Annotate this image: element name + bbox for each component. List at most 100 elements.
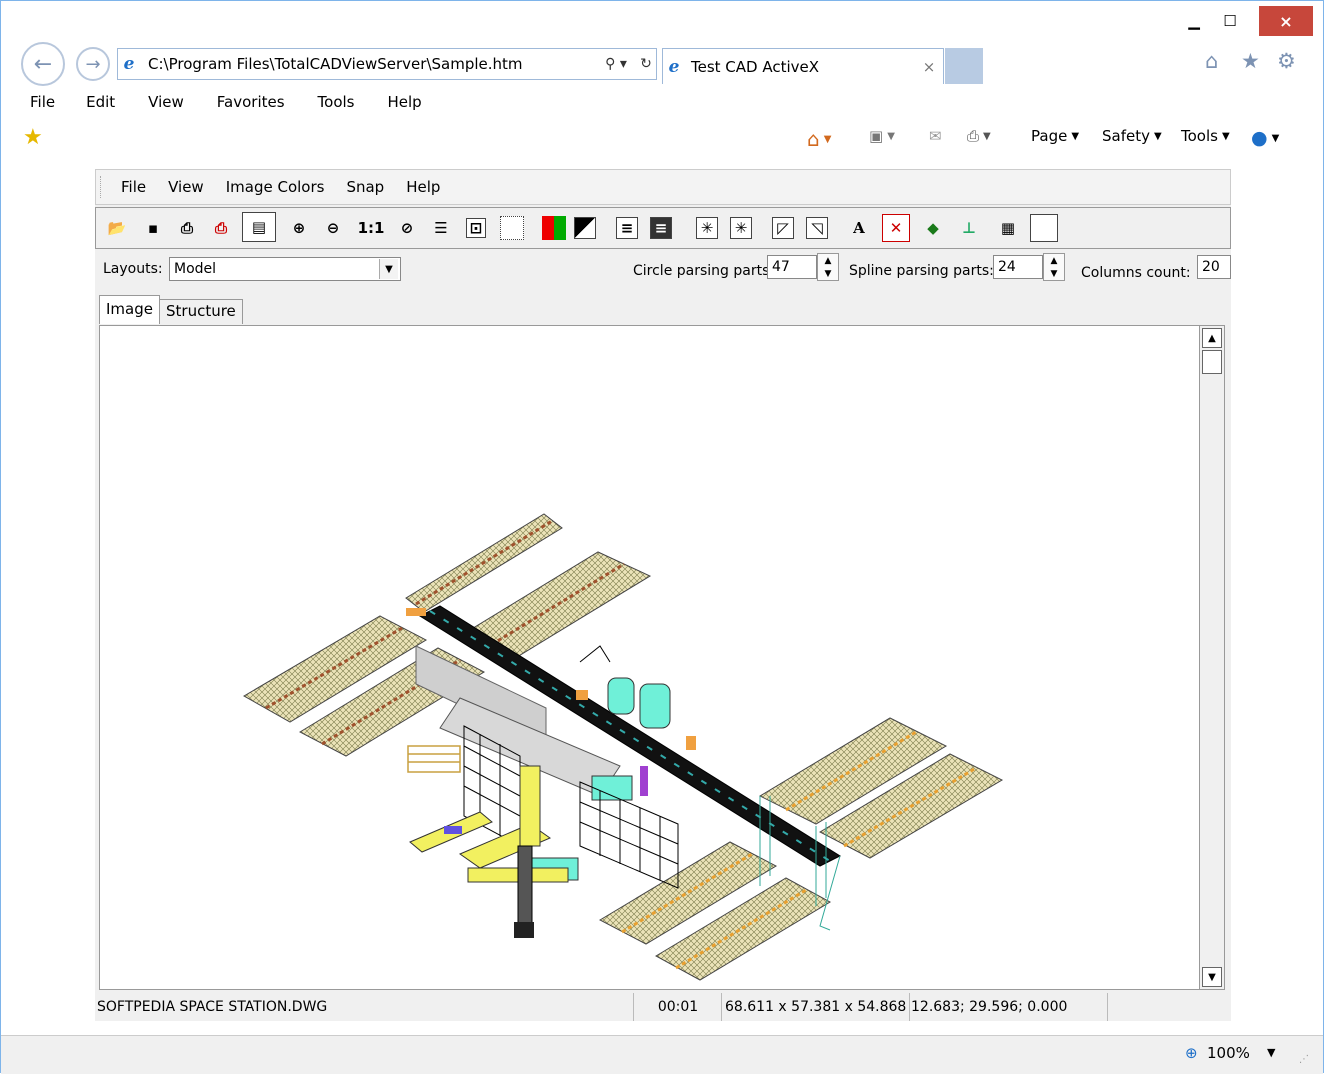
black-white-icon[interactable] bbox=[574, 217, 596, 239]
vertical-scrollbar[interactable]: ▲ ▼ bbox=[1199, 325, 1225, 990]
new-tab-button[interactable] bbox=[945, 48, 983, 84]
mail-icon[interactable]: ✉ bbox=[929, 127, 942, 145]
zoom-icon[interactable]: ⊕ bbox=[1185, 1044, 1198, 1062]
menu-view[interactable]: View bbox=[148, 93, 196, 111]
settings-gear-icon[interactable]: ⚙ bbox=[1277, 49, 1296, 73]
tab-title: Test CAD ActiveX bbox=[691, 57, 820, 76]
ie-page-icon: e bbox=[123, 54, 135, 74]
snap-grid-icon[interactable]: ✳ bbox=[696, 217, 718, 239]
status-coordinates: 12.683; 29.596; 0.000 bbox=[911, 993, 1108, 1021]
status-time: 00:01 bbox=[635, 993, 722, 1021]
spline-parsing-spinner[interactable]: ▲ ▼ bbox=[1043, 253, 1065, 281]
layout-row: Layouts: Model ▼ Circle parsing parts: 4… bbox=[95, 251, 1231, 287]
tab-image[interactable]: Image bbox=[99, 295, 160, 324]
space-station-drawing bbox=[242, 513, 1004, 981]
forward-button[interactable]: → bbox=[76, 47, 110, 81]
tools-menu[interactable]: Tools ▼ bbox=[1181, 127, 1230, 145]
layouts-value: Model bbox=[174, 261, 217, 277]
cad-menu-snap[interactable]: Snap bbox=[346, 178, 384, 196]
tab-structure[interactable]: Structure bbox=[159, 299, 243, 324]
print-preview-icon[interactable]: ⎙ bbox=[210, 217, 232, 239]
menu-favorites[interactable]: Favorites bbox=[217, 93, 297, 111]
spline-parsing-label: Spline parsing parts: bbox=[849, 263, 994, 279]
menu-grip[interactable] bbox=[100, 176, 107, 198]
close-button[interactable]: × bbox=[1259, 6, 1313, 36]
text-list-icon[interactable]: ≡ bbox=[616, 217, 638, 239]
rotate-left-icon[interactable]: ◸ bbox=[772, 217, 794, 239]
delete-icon[interactable]: ✕ bbox=[882, 214, 910, 242]
circle-parsing-spinner[interactable]: ▲ ▼ bbox=[817, 253, 839, 281]
text-icon[interactable]: A bbox=[848, 217, 870, 239]
columns-count-input[interactable]: 20 bbox=[1197, 255, 1231, 279]
print-toolbar-icon[interactable]: ⎙ bbox=[176, 217, 198, 239]
layers-icon[interactable]: ☰ bbox=[430, 217, 452, 239]
home-command-icon[interactable]: ⌂ ▼ bbox=[807, 127, 831, 151]
menu-file[interactable]: File bbox=[1, 93, 67, 111]
fit-icon[interactable]: ⊡ bbox=[466, 218, 486, 238]
zoom-level[interactable]: 100% bbox=[1207, 1044, 1250, 1062]
browser-window: ▁ ☐ × ← → e C:\Program Files\TotalCADVie… bbox=[0, 0, 1324, 1074]
cad-menu-file[interactable]: File bbox=[121, 178, 146, 196]
printer-setup-icon[interactable]: ▤ bbox=[242, 212, 276, 242]
ie-tab-icon: e bbox=[668, 56, 680, 77]
command-bar: ★ ⌂ ▼ ▣ ▼ ✉ ⎙ ▼ Page ▼ Safety ▼ Tools ▼ ● ▼ bbox=[1, 121, 1323, 157]
cad-menu-view[interactable]: View bbox=[168, 178, 204, 196]
print-icon[interactable]: ⎙ ▼ bbox=[967, 127, 991, 145]
favorites-star-icon[interactable]: ★ bbox=[1241, 49, 1260, 73]
scroll-thumb[interactable] bbox=[1202, 350, 1222, 374]
resize-grip-icon[interactable]: ⋰ bbox=[1299, 1054, 1309, 1065]
snap-point-icon[interactable]: ✳ bbox=[730, 217, 752, 239]
maximize-button[interactable]: ☐ bbox=[1213, 6, 1247, 36]
forward-arrow-icon: → bbox=[85, 53, 101, 75]
minimize-button[interactable]: ▁ bbox=[1177, 6, 1211, 36]
scroll-up-icon[interactable]: ▲ bbox=[1202, 328, 1222, 348]
safety-menu[interactable]: Safety ▼ bbox=[1102, 127, 1162, 145]
layouts-select[interactable]: Model ▼ bbox=[169, 257, 401, 281]
page-menu-label: Page bbox=[1031, 127, 1068, 145]
axis-icon[interactable]: ⊥ bbox=[958, 217, 980, 239]
circle-parsing-input[interactable]: 47 bbox=[767, 255, 817, 279]
browser-tab[interactable]: e Test CAD ActiveX × bbox=[662, 48, 944, 84]
menu-help[interactable]: Help bbox=[388, 93, 434, 111]
page-menu[interactable]: Page ▼ bbox=[1031, 127, 1079, 145]
3d-orbit-icon[interactable]: ◆ bbox=[922, 217, 944, 239]
tab-close-icon[interactable]: × bbox=[915, 58, 943, 76]
list-filled-icon[interactable]: ≡ bbox=[650, 217, 672, 239]
refresh-icon[interactable]: ↻ bbox=[636, 56, 656, 72]
cad-menu-bar: File View Image Colors Snap Help bbox=[95, 169, 1231, 205]
back-button[interactable]: ← bbox=[21, 42, 65, 86]
help-icon[interactable]: ● ▼ bbox=[1251, 127, 1279, 149]
feeds-icon[interactable]: ▣ ▼ bbox=[869, 127, 895, 145]
zoom-out-icon[interactable]: ⊖ bbox=[322, 217, 344, 239]
select-area-icon[interactable] bbox=[500, 216, 524, 240]
rotate-right-icon[interactable]: ◹ bbox=[806, 217, 828, 239]
address-bar[interactable]: e C:\Program Files\TotalCADViewServer\Sa… bbox=[117, 48, 657, 80]
zoom-window-icon[interactable]: ⊘ bbox=[396, 217, 418, 239]
cad-menu-help[interactable]: Help bbox=[406, 178, 440, 196]
cad-activex-control: File View Image Colors Snap Help 📂 ▪ ⎙ ⎙… bbox=[95, 169, 1231, 1021]
scroll-down-icon[interactable]: ▼ bbox=[1202, 967, 1222, 987]
back-arrow-icon: ← bbox=[33, 51, 53, 77]
menu-tools[interactable]: Tools bbox=[318, 93, 367, 111]
zoom-dropdown-icon[interactable]: ▼ bbox=[1267, 1046, 1275, 1059]
status-dimensions: 68.611 x 57.381 x 54.868 bbox=[725, 993, 910, 1021]
layouts-label: Layouts: bbox=[103, 261, 163, 277]
cad-menu-image-colors[interactable]: Image Colors bbox=[226, 178, 325, 196]
one-to-one-icon[interactable]: 1:1 bbox=[358, 217, 385, 239]
color-mode-icon[interactable] bbox=[542, 216, 566, 240]
cad-toolbar: 📂 ▪ ⎙ ⎙ ▤ ⊕ ⊖ 1:1 ⊘ ☰ ⊡ ≡ ≡ ✳ ✳ ◸ ◹ A ✕ … bbox=[95, 207, 1231, 249]
search-icon[interactable]: ⚲ ▾ bbox=[596, 56, 636, 72]
grid-icon[interactable]: ▦ bbox=[992, 217, 1024, 239]
add-favorites-star-icon[interactable]: ★ bbox=[23, 125, 43, 150]
chevron-down-icon[interactable]: ▼ bbox=[379, 259, 398, 279]
menu-edit[interactable]: Edit bbox=[86, 93, 127, 111]
open-icon[interactable]: 📂 bbox=[106, 217, 128, 239]
title-bar: ▁ ☐ × ← → e C:\Program Files\TotalCADVie… bbox=[1, 1, 1323, 87]
address-url[interactable]: C:\Program Files\TotalCADViewServer\Samp… bbox=[148, 55, 596, 73]
zoom-in-icon[interactable]: ⊕ bbox=[288, 217, 310, 239]
home-icon[interactable]: ⌂ bbox=[1205, 49, 1218, 73]
spline-parsing-input[interactable]: 24 bbox=[993, 255, 1043, 279]
drawing-canvas[interactable] bbox=[99, 325, 1205, 990]
page-layout-icon[interactable] bbox=[1030, 214, 1058, 242]
save-icon[interactable]: ▪ bbox=[142, 217, 164, 239]
